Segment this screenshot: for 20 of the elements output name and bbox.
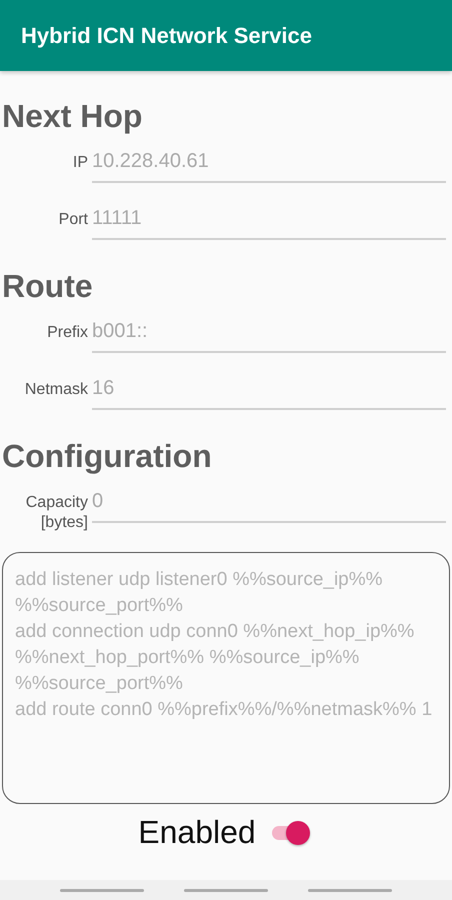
section-heading: Configuration bbox=[2, 437, 213, 475]
enabled-switch[interactable] bbox=[270, 818, 310, 846]
nav-handle[interactable] bbox=[184, 888, 268, 892]
field-label: Port bbox=[58, 210, 89, 230]
nav-handle[interactable] bbox=[308, 888, 392, 892]
input-field[interactable]: 0 bbox=[92, 487, 446, 523]
input-field[interactable]: b001:: bbox=[92, 317, 446, 353]
app-title: Hybrid ICN Network Service bbox=[21, 22, 312, 48]
nav-handle[interactable] bbox=[60, 888, 144, 892]
input-field[interactable]: 11111 bbox=[92, 204, 446, 240]
field-label: Netmask bbox=[24, 380, 89, 400]
input-field[interactable]: 16 bbox=[92, 374, 446, 410]
field-label: IP bbox=[72, 153, 89, 173]
section-heading: Next Hop bbox=[2, 97, 144, 135]
section-heading: Route bbox=[2, 267, 94, 305]
field-label: Prefix bbox=[46, 323, 89, 343]
switch-label: Enabled bbox=[138, 814, 256, 851]
input-field[interactable]: 10.228.40.61 bbox=[92, 147, 446, 183]
field-label: Capacity [bytes] bbox=[24, 493, 89, 533]
config-text-area[interactable]: add listener udp listener0 %%source_ip%% %%source_port%% add connection udp conn0 %%next_hop_ip%% %%next_hop_port%% %%source_ip%% %%source_port%% add route conn0 %%prefix%%/%%netmask%% 1 bbox=[2, 552, 450, 804]
